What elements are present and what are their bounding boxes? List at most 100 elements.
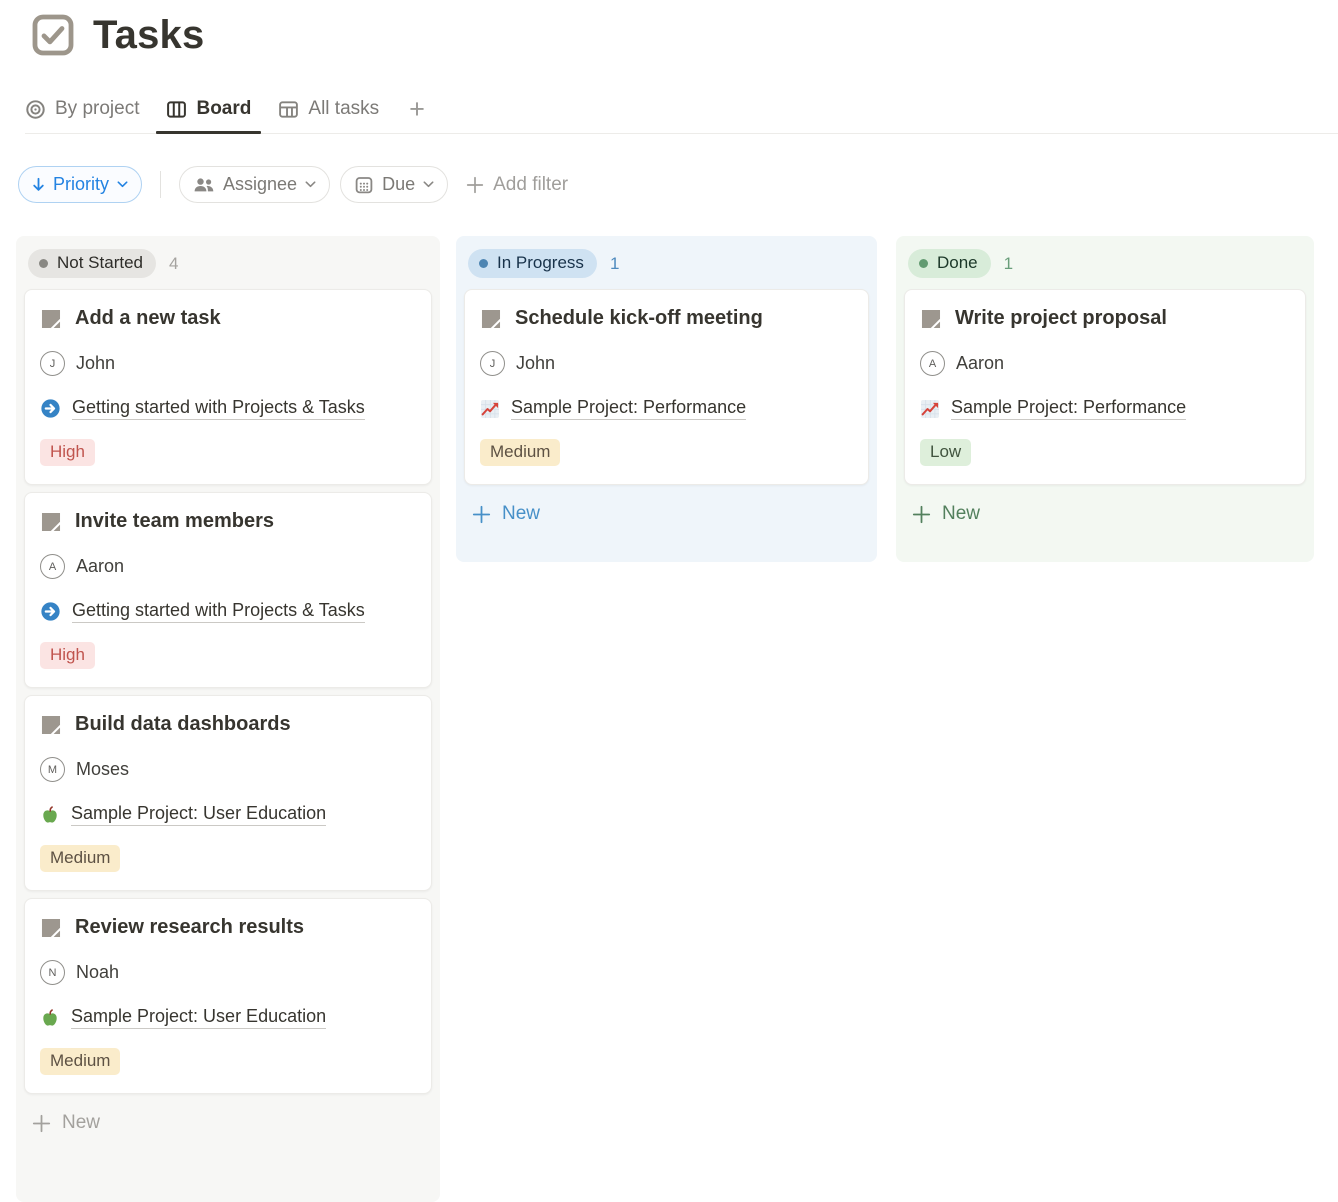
chart-increasing-icon (480, 399, 500, 419)
add-filter-label: Add filter (493, 174, 568, 196)
filter-label: Due (382, 174, 415, 195)
assignee-name: Aaron (76, 556, 124, 577)
board-icon (166, 99, 187, 120)
status-badge[interactable]: Done (908, 249, 991, 278)
sort-label: Priority (53, 174, 109, 195)
checkbox-icon (30, 12, 76, 58)
table-icon (278, 99, 299, 120)
arrow-down-icon (32, 177, 45, 192)
target-icon (25, 99, 46, 120)
green-apple-icon (40, 1008, 60, 1028)
due-filter-pill[interactable]: Due (340, 166, 448, 203)
avatar: J (480, 351, 505, 376)
filter-bar: Priority Assignee (18, 166, 568, 203)
green-apple-icon (40, 805, 60, 825)
status-label: In Progress (497, 253, 584, 273)
priority-tag: Medium (40, 845, 120, 872)
assignee-filter-pill[interactable]: Assignee (179, 166, 330, 203)
tab-label: Board (196, 98, 251, 120)
card-icon (40, 917, 62, 939)
card-icon (480, 308, 502, 330)
task-card[interactable]: Write project proposal A Aaron Sample Pr… (904, 289, 1306, 485)
chevron-down-icon (423, 181, 434, 188)
priority-tag: Medium (40, 1048, 120, 1075)
tab-board[interactable]: Board (166, 98, 251, 120)
status-dot-icon (39, 259, 48, 268)
chart-increasing-icon (920, 399, 940, 419)
divider (160, 171, 161, 198)
column-in-progress: In Progress 1 Schedule kick-off meeting … (456, 236, 877, 562)
column-count: 1 (1004, 254, 1013, 274)
status-label: Done (937, 253, 978, 273)
project-link[interactable]: Sample Project: User Education (71, 803, 326, 826)
column-done: Done 1 Write project proposal A Aaron Sa… (896, 236, 1314, 562)
page-title[interactable]: Tasks (93, 13, 204, 58)
priority-tag: High (40, 439, 95, 466)
task-card[interactable]: Invite team members A Aaron Getting star… (24, 492, 432, 688)
add-filter-button[interactable]: Add filter (466, 174, 568, 196)
assignee-name: John (516, 353, 555, 374)
column-header: In Progress 1 (464, 244, 869, 289)
task-card[interactable]: Schedule kick-off meeting J John Sample … (464, 289, 869, 485)
chevron-down-icon (117, 181, 128, 188)
new-task-button[interactable]: New (904, 492, 1306, 536)
project-link[interactable]: Getting started with Projects & Tasks (72, 397, 365, 420)
status-badge[interactable]: In Progress (468, 249, 597, 278)
status-dot-icon (919, 259, 928, 268)
task-card[interactable]: Build data dashboards M Moses Sample Pro… (24, 695, 432, 891)
card-title: Build data dashboards (75, 713, 291, 736)
column-header: Done 1 (904, 244, 1306, 289)
tab-label: By project (55, 98, 139, 120)
priority-tag: High (40, 642, 95, 669)
tab-by-project[interactable]: By project (25, 98, 139, 120)
card-icon (40, 511, 62, 533)
new-task-button[interactable]: New (24, 1101, 432, 1145)
calendar-icon (354, 175, 374, 195)
project-link[interactable]: Sample Project: Performance (951, 397, 1186, 420)
avatar: N (40, 960, 65, 985)
project-link[interactable]: Sample Project: Performance (511, 397, 746, 420)
column-count: 4 (169, 254, 178, 274)
people-icon (193, 175, 215, 195)
column-count: 1 (610, 254, 619, 274)
assignee-name: John (76, 353, 115, 374)
tab-label: All tasks (308, 98, 379, 120)
new-label: New (502, 503, 540, 525)
column-header: Not Started 4 (24, 244, 432, 289)
card-title: Review research results (75, 916, 304, 939)
status-badge[interactable]: Not Started (28, 249, 156, 278)
plus-icon: + (409, 94, 425, 124)
project-link[interactable]: Sample Project: User Education (71, 1006, 326, 1029)
plus-icon (466, 176, 484, 194)
priority-tag: Low (920, 439, 971, 466)
arrow-circle-icon (40, 398, 61, 419)
card-icon (920, 308, 942, 330)
card-title: Schedule kick-off meeting (515, 307, 763, 330)
task-card[interactable]: Add a new task J John Getting started wi… (24, 289, 432, 485)
avatar: A (920, 351, 945, 376)
page-header: Tasks (30, 12, 204, 58)
card-icon (40, 308, 62, 330)
assignee-name: Moses (76, 759, 129, 780)
avatar: A (40, 554, 65, 579)
plus-icon (472, 505, 491, 524)
task-card[interactable]: Review research results N Noah Sample Pr… (24, 898, 432, 1094)
filter-label: Assignee (223, 174, 297, 195)
tab-all-tasks[interactable]: All tasks (278, 98, 379, 120)
assignee-name: Noah (76, 962, 119, 983)
project-link[interactable]: Getting started with Projects & Tasks (72, 600, 365, 623)
add-view-button[interactable]: + (409, 99, 425, 119)
new-label: New (942, 503, 980, 525)
arrow-circle-icon (40, 601, 61, 622)
column-not-started: Not Started 4 Add a new task J John Gett… (16, 236, 440, 1202)
card-title: Write project proposal (955, 307, 1167, 330)
priority-sort-pill[interactable]: Priority (18, 166, 142, 203)
status-label: Not Started (57, 253, 143, 273)
card-title: Add a new task (75, 307, 221, 330)
priority-tag: Medium (480, 439, 560, 466)
plus-icon (912, 505, 931, 524)
plus-icon (32, 1114, 51, 1133)
avatar: M (40, 757, 65, 782)
new-task-button[interactable]: New (464, 492, 869, 536)
view-tabs: By project Board All tasks + (25, 98, 1338, 134)
